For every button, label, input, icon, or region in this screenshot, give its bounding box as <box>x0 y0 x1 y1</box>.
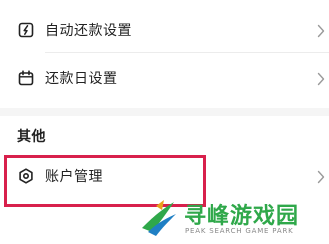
watermark: 寻峰游戏园 PEAK SEARCH GAME PARK <box>140 196 329 244</box>
watermark-title: 寻峰游戏园 <box>184 204 300 229</box>
auto-repay-settings-label: 自动还款设置 <box>45 23 132 39</box>
divider <box>45 52 329 53</box>
repay-date-settings-label: 还款日设置 <box>45 71 118 87</box>
settings-card: 自动还款设置 还款日设置 <box>0 0 329 108</box>
auto-repay-icon <box>18 22 34 38</box>
calendar-icon <box>18 70 34 86</box>
chevron-right-icon <box>317 23 325 38</box>
other-section-title: 其他 <box>17 129 46 145</box>
auto-repay-settings-item[interactable]: 自动还款设置 <box>0 10 329 50</box>
chevron-right-icon <box>317 71 325 86</box>
watermark-logo-icon <box>140 198 180 238</box>
repay-date-settings-item[interactable]: 还款日设置 <box>0 58 329 98</box>
watermark-subtitle: PEAK SEARCH GAME PARK <box>185 227 294 235</box>
chevron-right-icon <box>317 169 325 184</box>
